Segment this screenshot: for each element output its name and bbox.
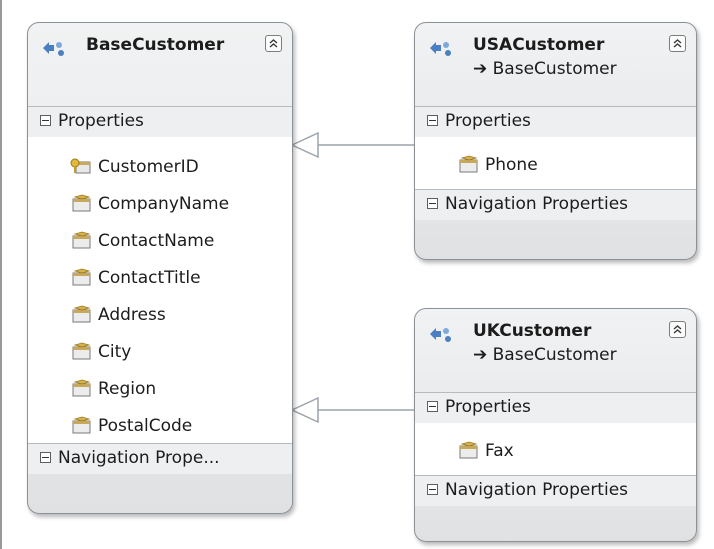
collapse-toggle-icon[interactable] [40, 452, 51, 463]
entity-header[interactable]: USACustomer ➔ BaseCustomer [415, 23, 696, 105]
property-icon [72, 231, 91, 249]
collapse-toggle-icon[interactable] [427, 484, 438, 495]
key-property-icon [70, 158, 91, 174]
property-icon [72, 416, 91, 434]
property-name: Fax [485, 441, 514, 461]
entity-type-icon [430, 328, 451, 342]
collapse-toggle-icon[interactable] [427, 115, 438, 126]
collapse-icon[interactable] [669, 321, 686, 338]
property-icon [72, 194, 91, 212]
property-icon [72, 305, 91, 323]
section-label: Navigation Prope... [58, 448, 220, 468]
property-icon [459, 441, 478, 459]
entity-header[interactable]: BaseCustomer [28, 23, 292, 105]
property-list: Phone [415, 137, 696, 189]
entity-header[interactable]: UKCustomer ➔ BaseCustomer [415, 309, 696, 391]
property-name: PostalCode [98, 416, 193, 436]
property-name: CustomerID [98, 157, 199, 177]
section-label: Properties [445, 397, 531, 417]
entity-type-icon [430, 42, 451, 56]
property-name: Region [98, 379, 157, 399]
entity-usa-customer[interactable]: USACustomer ➔ BaseCustomer Properties Ph… [414, 22, 697, 260]
base-type-label: ➔ BaseCustomer [473, 59, 617, 79]
entity-name: BaseCustomer [86, 35, 225, 55]
base-type-label: ➔ BaseCustomer [473, 345, 617, 365]
collapse-icon[interactable] [265, 35, 282, 52]
property-name: ContactTitle [98, 268, 201, 288]
property-name: ContactName [98, 231, 215, 251]
entity-base-customer[interactable]: BaseCustomer Properties CustomerID Compa… [27, 22, 293, 514]
section-label: Properties [445, 111, 531, 131]
property-icon [459, 155, 478, 173]
entity-name: USACustomer [473, 35, 605, 55]
property-name: Address [98, 305, 166, 325]
section-label: Properties [58, 111, 144, 131]
property-list: CustomerID CompanyName ContactName Conta… [28, 137, 292, 443]
property-list: Fax [415, 423, 696, 475]
section-label: Navigation Properties [445, 480, 629, 500]
collapse-toggle-icon[interactable] [427, 198, 438, 209]
diagram-canvas: BaseCustomer Properties CustomerID Compa… [0, 0, 714, 549]
entity-type-icon [43, 42, 64, 56]
inheritance-arrowhead-usa [290, 131, 319, 159]
property-icon [72, 379, 91, 397]
section-properties[interactable]: Properties [415, 107, 696, 137]
collapse-toggle-icon[interactable] [40, 115, 51, 126]
section-navigation-properties[interactable]: Navigation Prope... [28, 444, 292, 474]
section-navigation-properties[interactable]: Navigation Properties [415, 190, 696, 220]
property-name: CompanyName [98, 194, 230, 214]
property-icon [72, 268, 91, 286]
section-navigation-properties[interactable]: Navigation Properties [415, 476, 696, 506]
property-name: Phone [485, 155, 538, 175]
collapse-toggle-icon[interactable] [427, 401, 438, 412]
inheritance-arrowhead-uk [290, 396, 319, 424]
property-name: City [98, 342, 132, 362]
property-icon [72, 342, 91, 360]
entity-uk-customer[interactable]: UKCustomer ➔ BaseCustomer Properties Fax [414, 308, 697, 542]
section-properties[interactable]: Properties [415, 393, 696, 423]
entity-name: UKCustomer [473, 321, 592, 341]
section-properties[interactable]: Properties [28, 107, 292, 137]
collapse-icon[interactable] [669, 35, 686, 52]
section-label: Navigation Properties [445, 194, 629, 214]
